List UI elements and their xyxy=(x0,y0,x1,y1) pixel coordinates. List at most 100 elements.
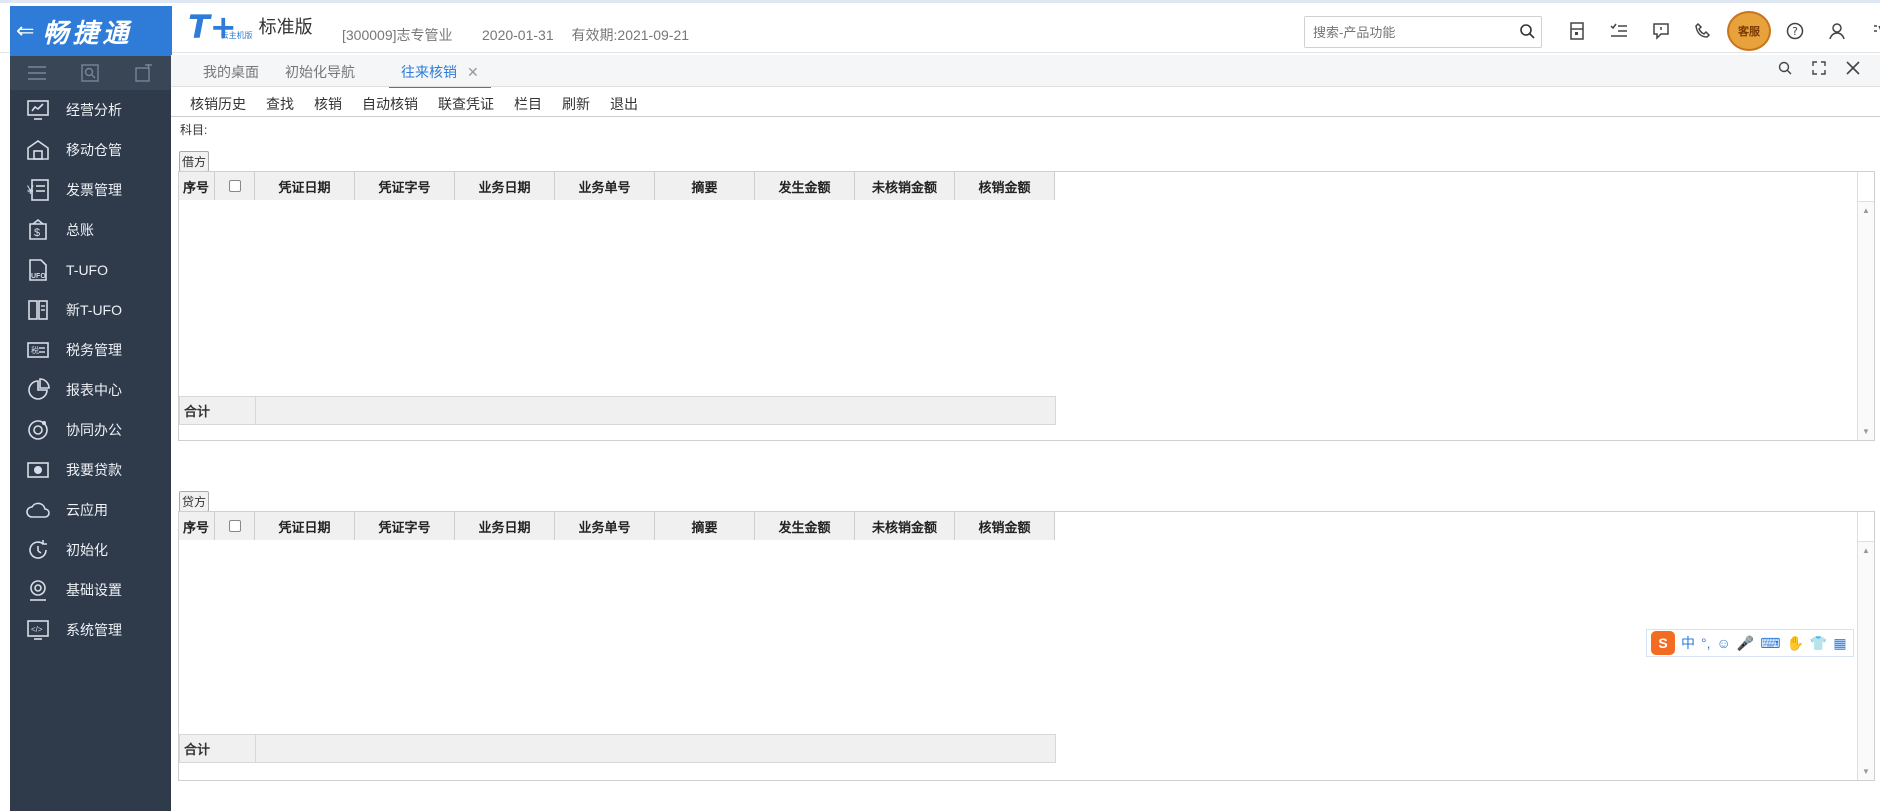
debit-tag: 借方 xyxy=(179,151,210,172)
sidebar-item-new-ufo[interactable]: 新T-UFO xyxy=(10,290,171,330)
credit-grid: 序号 凭证日期 凭证字号 业务日期 业务单号 摘要 发生金额 未核销金额 核销金… xyxy=(178,511,1875,781)
edition-label: 标准版 xyxy=(258,17,313,37)
action-toolbar: 核销历史 查找 核销 自动核销 联查凭证 栏目 刷新 退出 xyxy=(171,88,1880,117)
account-name: [300009]志专管业 xyxy=(342,27,453,43)
tab-search-icon[interactable] xyxy=(1768,61,1802,75)
history-button[interactable]: 核销历史 xyxy=(190,94,246,114)
tab-close-icon[interactable]: ✕ xyxy=(467,64,479,80)
sidebar-item-system[interactable]: </> 系统管理 xyxy=(10,610,171,650)
calculator-icon[interactable] xyxy=(1556,19,1598,43)
search-input[interactable] xyxy=(1305,17,1505,47)
credit-col-unreconciled: 未核销金额 xyxy=(855,512,955,540)
debit-col-amount: 发生金额 xyxy=(755,172,855,200)
tab-reconciliation[interactable]: 往来核销 ✕ xyxy=(389,62,491,89)
exit-button[interactable]: 退出 xyxy=(610,94,638,114)
debit-scrollbar[interactable]: ▲ ▼ xyxy=(1857,172,1874,440)
product-logo: T+ 云主机版 标准版 xyxy=(188,11,313,43)
ime-handwrite-icon[interactable]: ✋ xyxy=(1786,635,1803,652)
sidebar-item-cloud[interactable]: 云应用 xyxy=(10,490,171,530)
more-icon[interactable] xyxy=(1858,19,1880,43)
menu-toggle-icon[interactable] xyxy=(27,63,47,83)
sidebar-item-tax[interactable]: 税 税务管理 xyxy=(10,330,171,370)
credit-col-reconciled: 核销金额 xyxy=(955,512,1055,540)
help-icon[interactable]: ? xyxy=(1774,19,1816,43)
sidebar-item-label: 发票管理 xyxy=(66,182,122,198)
debit-col-voucher-date: 凭证日期 xyxy=(255,172,355,200)
customer-service-icon[interactable]: 客服 xyxy=(1724,11,1774,51)
debit-select-all[interactable] xyxy=(215,172,255,200)
ime-grid-icon[interactable]: ▦ xyxy=(1833,635,1846,652)
login-date: 2020-01-31 xyxy=(482,27,554,43)
credit-select-all-checkbox[interactable] xyxy=(228,520,241,532)
credit-col-voucher-no: 凭证字号 xyxy=(355,512,455,540)
sidebar-item-collaboration[interactable]: 协同办公 xyxy=(10,410,171,450)
sidebar-item-report[interactable]: 报表中心 xyxy=(10,370,171,410)
sidebar-item-label: 新T-UFO xyxy=(66,302,122,318)
user-icon[interactable] xyxy=(1816,19,1858,43)
debit-col-business-no: 业务单号 xyxy=(555,172,655,200)
credit-total-label: 合计 xyxy=(180,735,256,762)
scroll-up-icon[interactable]: ▲ xyxy=(1862,546,1870,555)
close-all-icon[interactable] xyxy=(1836,61,1870,75)
service-badge[interactable]: 客服 xyxy=(1727,11,1771,51)
ime-logo-icon[interactable]: S xyxy=(1651,631,1675,655)
phone-icon[interactable] xyxy=(1682,19,1724,43)
sidebar-item-warehouse[interactable]: 移动仓管 xyxy=(10,130,171,170)
debit-select-all-checkbox[interactable] xyxy=(228,180,241,192)
ime-toolbar: S 中 °, ☺ 🎤 ⌨ ✋ 👕 ▦ xyxy=(1646,629,1854,657)
search-icon[interactable] xyxy=(1519,23,1535,39)
subject-label: 科目: xyxy=(180,123,208,137)
back-arrow-icon[interactable]: ⇐ xyxy=(16,18,34,44)
columns-button[interactable]: 栏目 xyxy=(514,94,542,114)
ledger-icon: $ xyxy=(26,218,50,242)
credit-scrollbar[interactable]: ▲ ▼ xyxy=(1857,512,1874,780)
reconcile-button[interactable]: 核销 xyxy=(314,94,342,114)
ime-mode-toggle[interactable]: 中 xyxy=(1681,633,1695,653)
scroll-up-icon[interactable]: ▲ xyxy=(1862,206,1870,215)
sidebar-item-settings[interactable]: 基础设置 xyxy=(10,570,171,610)
fullscreen-icon[interactable] xyxy=(1802,61,1836,75)
sidebar-item-init[interactable]: 初始化 xyxy=(10,530,171,570)
sidebar-item-label: 初始化 xyxy=(66,542,108,558)
sidebar-item-ufo[interactable]: UFO T-UFO xyxy=(10,250,171,290)
top-bar: ⇐ 畅捷通 T+ 云主机版 标准版 [300009]志专管业 2020-01-3… xyxy=(0,0,1880,56)
brand-name: 畅捷通 xyxy=(42,18,133,49)
debit-header-row: 序号 凭证日期 凭证字号 业务日期 业务单号 摘要 发生金额 未核销金额 核销金… xyxy=(179,172,1055,200)
tab-desktop[interactable]: 我的桌面 xyxy=(203,62,259,82)
auto-reconcile-button[interactable]: 自动核销 xyxy=(362,94,418,114)
credit-select-all[interactable] xyxy=(215,512,255,540)
analysis-icon xyxy=(26,98,50,122)
task-list-icon[interactable] xyxy=(1598,19,1640,43)
debit-total-row: 合计 xyxy=(179,396,1056,425)
debit-col-voucher-no: 凭证字号 xyxy=(355,172,455,200)
credit-col-voucher-date: 凭证日期 xyxy=(255,512,355,540)
sidebar-item-loan[interactable]: 我要贷款 xyxy=(10,450,171,490)
ime-emoji-icon[interactable]: ☺ xyxy=(1717,635,1731,651)
date-info: 2020-01-31 有效期:2021-09-21 xyxy=(482,25,703,45)
menu-edit-icon[interactable] xyxy=(134,63,154,83)
sidebar-item-ledger[interactable]: $ 总账 xyxy=(10,210,171,250)
debit-col-business-date: 业务日期 xyxy=(455,172,555,200)
refresh-button[interactable]: 刷新 xyxy=(562,94,590,114)
sidebar-item-analysis[interactable]: 经营分析 xyxy=(10,90,171,130)
search-box[interactable] xyxy=(1304,16,1542,48)
init-icon xyxy=(26,538,50,562)
tab-init-nav[interactable]: 初始化导航 xyxy=(285,62,355,82)
find-button[interactable]: 查找 xyxy=(266,94,294,114)
linked-voucher-button[interactable]: 联查凭证 xyxy=(438,94,494,114)
menu-search-icon[interactable] xyxy=(80,63,100,83)
scroll-down-icon[interactable]: ▼ xyxy=(1862,767,1870,776)
svg-text:UFO: UFO xyxy=(31,273,46,280)
debit-col-seq: 序号 xyxy=(179,172,215,200)
ime-punct-icon[interactable]: °, xyxy=(1701,635,1711,651)
ime-keyboard-icon[interactable]: ⌨ xyxy=(1760,635,1780,652)
sidebar-item-label: 移动仓管 xyxy=(66,142,122,158)
svg-text:</>: </> xyxy=(31,625,43,634)
message-icon[interactable] xyxy=(1640,19,1682,43)
ime-mic-icon[interactable]: 🎤 xyxy=(1737,635,1754,652)
ime-skin-icon[interactable]: 👕 xyxy=(1810,635,1827,652)
brand-button[interactable]: ⇐ 畅捷通 xyxy=(10,6,172,56)
scroll-down-icon[interactable]: ▼ xyxy=(1862,427,1870,436)
sidebar-item-invoice[interactable]: ¥ 发票管理 xyxy=(10,170,171,210)
settings-icon xyxy=(26,578,50,602)
